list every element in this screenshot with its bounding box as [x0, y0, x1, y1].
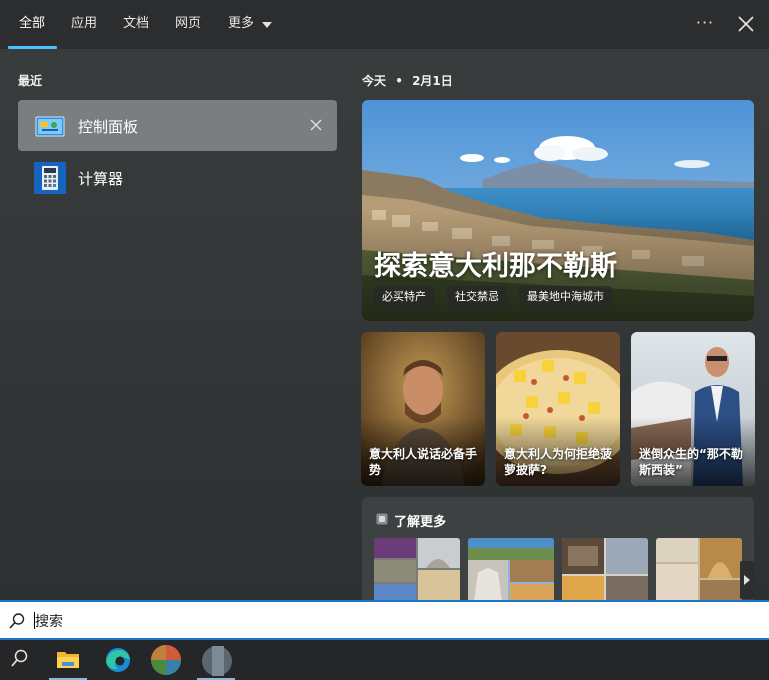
taskbar-edge[interactable]	[96, 640, 140, 680]
learn-more-icon	[376, 513, 388, 525]
active-tab-indicator	[8, 46, 57, 49]
taskbar-file-explorer[interactable]	[46, 640, 90, 680]
today-date: 2月1日	[412, 74, 453, 88]
taskbar	[0, 640, 769, 680]
card-caption: 意大利人为何拒绝菠萝披萨?	[504, 447, 613, 477]
tab-apps[interactable]: 应用	[71, 0, 97, 50]
card-caption: 意大利人说话必备手势	[369, 447, 478, 477]
tab-all[interactable]: 全部	[19, 0, 45, 50]
learn-more-section: 了解更多	[362, 497, 754, 600]
taskbar-search-button[interactable]	[0, 640, 44, 680]
collage-image	[562, 538, 648, 600]
learn-more-title: 了解更多	[394, 515, 447, 530]
taskbar-app[interactable]	[194, 640, 238, 680]
recent-item-label: 控制面板	[78, 118, 139, 136]
app-icon	[202, 646, 232, 676]
image-thumbnail[interactable]	[374, 538, 460, 600]
today-heading: 今天 • 2月1日	[362, 72, 453, 89]
story-card[interactable]: 意大利人说话必备手势	[361, 332, 485, 486]
date-separator: •	[395, 74, 403, 88]
collage-image	[656, 538, 742, 600]
ellipsis-icon[interactable]: ···	[693, 13, 717, 37]
recent-heading: 最近	[18, 74, 43, 88]
file-explorer-icon	[57, 652, 79, 668]
search-panel: 全部 应用 文档 网页 更多 ··· 最近 控制面板 计算器 今天 • 2月1日…	[0, 0, 769, 600]
close-icon[interactable]	[735, 13, 757, 35]
hero-chip[interactable]: 最美地中海城市	[519, 286, 612, 308]
chevron-down-icon[interactable]	[262, 22, 272, 28]
recent-item-label: 计算器	[78, 170, 124, 188]
hero-title: 探索意大利那不勒斯	[374, 251, 617, 282]
tab-web[interactable]: 网页	[175, 0, 201, 50]
image-thumbnail[interactable]	[468, 538, 554, 600]
collage-image	[468, 538, 554, 600]
recent-item-calculator[interactable]: 计算器	[18, 152, 337, 203]
taskbar-app[interactable]	[144, 640, 188, 680]
tab-documents[interactable]: 文档	[123, 0, 149, 50]
search-icon	[9, 613, 25, 629]
image-thumbnail[interactable]	[656, 538, 742, 600]
app-icon	[151, 645, 181, 675]
remove-icon[interactable]	[309, 118, 323, 132]
tab-more[interactable]: 更多	[228, 0, 254, 50]
calculator-icon	[34, 162, 66, 194]
story-card[interactable]: 意大利人为何拒绝菠萝披萨?	[496, 332, 620, 486]
card-caption: 迷倒众生的“那不勒斯西装”	[639, 447, 743, 477]
collage-image	[374, 538, 460, 600]
hero-chip[interactable]: 社交禁忌	[447, 286, 507, 308]
tab-bar: 全部 应用 文档 网页 更多 ···	[0, 0, 769, 50]
recent-item-control-panel[interactable]: 控制面板	[18, 100, 337, 151]
story-card[interactable]: 迷倒众生的“那不勒斯西装”	[631, 332, 755, 486]
edge-browser-icon	[106, 648, 130, 672]
next-arrow-button[interactable]	[740, 561, 754, 599]
today-label: 今天	[362, 74, 387, 88]
search-icon	[11, 649, 28, 667]
hero-chip[interactable]: 必买特产	[374, 286, 434, 308]
hero-card[interactable]: 探索意大利那不勒斯 必买特产 社交禁忌 最美地中海城市	[362, 100, 754, 321]
search-input[interactable]: 搜索	[35, 611, 63, 631]
image-thumbnail[interactable]	[562, 538, 648, 600]
search-box[interactable]: 搜索	[0, 600, 769, 640]
control-panel-icon	[35, 116, 65, 137]
